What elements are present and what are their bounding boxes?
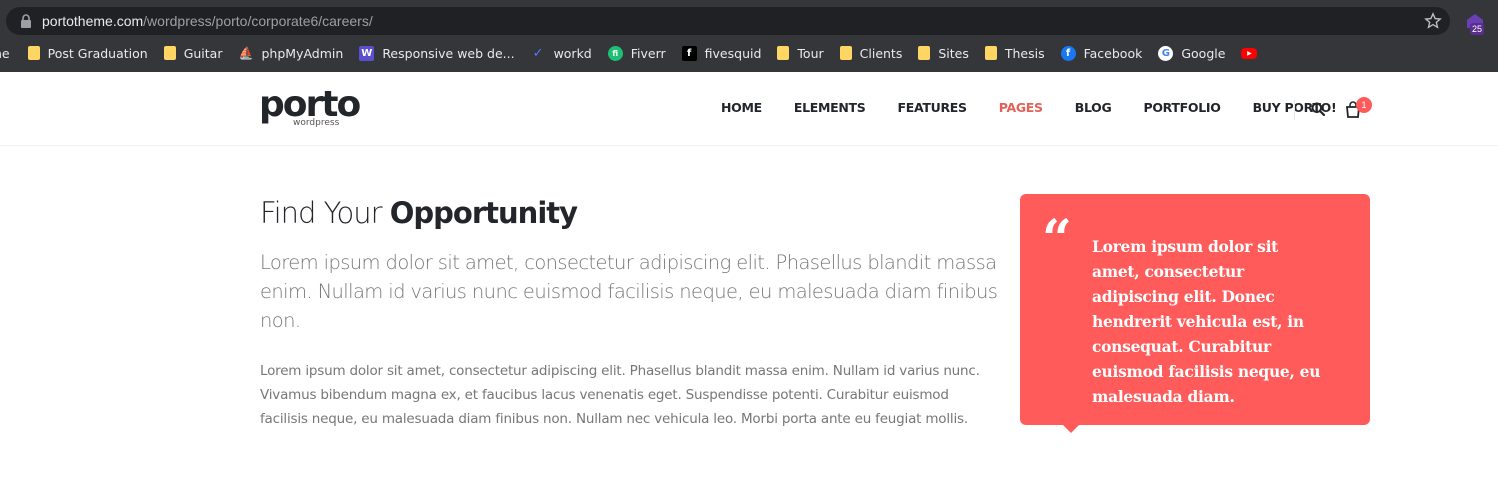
body-paragraph: Lorem ipsum dolor sit amet, consectetur …	[260, 363, 980, 427]
bookmark-label: fivesquid	[704, 45, 762, 61]
quote-arrow	[1062, 424, 1080, 433]
nav-features[interactable]: FEATURES	[882, 100, 983, 115]
folder-icon	[163, 46, 176, 60]
bookmark-label: Fiverr	[630, 45, 666, 61]
bookmark-workd[interactable]: ✓ workd	[531, 41, 592, 65]
bookmark-responsive-web[interactable]: W Responsive web de...	[359, 41, 515, 65]
youtube-icon: ▶	[1241, 47, 1258, 59]
site-header: porto wordpress HOME ELEMENTS FEATURES P…	[0, 72, 1498, 146]
logo-subtitle: wordpress	[293, 118, 340, 128]
nav-home[interactable]: HOME	[705, 100, 778, 115]
nav-elements[interactable]: ELEMENTS	[778, 100, 882, 115]
folder-icon	[984, 46, 997, 60]
bookmark-item[interactable]: ne	[0, 41, 10, 65]
phpmyadmin-icon: ⛵	[238, 46, 254, 60]
bookmark-phpmyadmin[interactable]: ⛵ phpMyAdmin	[239, 41, 344, 65]
bookmark-fivesquid[interactable]: f fivesquid	[681, 41, 762, 65]
quote-text: Lorem ipsum dolor sit amet, consectetur …	[1092, 237, 1321, 406]
url-path: /wordpress/porto/corporate6/careers/	[143, 13, 373, 29]
bookmarks-bar: ne Post Graduation Guitar ⛵ phpMyAdmin WR…	[0, 41, 1498, 65]
title-light: Find Your	[260, 196, 390, 230]
lock-icon[interactable]	[20, 14, 32, 28]
nav-divider	[1294, 100, 1295, 120]
nav-portfolio[interactable]: PORTFOLIO	[1127, 100, 1236, 115]
nav-blog[interactable]: BLOG	[1059, 100, 1128, 115]
main-nav: HOME ELEMENTS FEATURES PAGES BLOG PORTFO…	[705, 100, 1352, 115]
quote-box: “ Lorem ipsum dolor sit amet, consectetu…	[1020, 194, 1370, 425]
bookmark-label: Facebook	[1083, 45, 1143, 61]
bookmark-label: Thesis	[1004, 45, 1045, 61]
fivesquid-icon: f	[681, 45, 697, 61]
page-title: Find Your Opportunity	[260, 196, 1000, 230]
google-icon: G	[1158, 45, 1174, 61]
title-bold: Opportunity	[389, 196, 578, 230]
bookmark-star-icon[interactable]	[1424, 12, 1442, 30]
bookmark-label: Google	[1181, 45, 1226, 61]
bookmark-label: Responsive web de...	[382, 45, 515, 61]
search-icon[interactable]	[1311, 102, 1325, 116]
bookmark-guitar[interactable]: Guitar	[163, 41, 223, 65]
url-domain: portotheme.com	[42, 13, 144, 29]
w-icon: W	[359, 45, 375, 61]
workd-icon: ✓	[532, 45, 544, 61]
folder-icon	[27, 46, 40, 60]
bookmark-youtube[interactable]: ▶	[1241, 41, 1265, 65]
lead-paragraph: Lorem ipsum dolor sit amet, consectetur …	[260, 251, 998, 332]
bookmark-thesis[interactable]: Thesis	[984, 41, 1045, 65]
bookmark-tour[interactable]: Tour	[777, 41, 824, 65]
address-bar[interactable]: portotheme.com/wordpress/porto/corporate…	[6, 7, 1450, 35]
quote-mark-icon: “	[1042, 209, 1072, 270]
folder-icon	[918, 46, 931, 60]
main-content: Find Your Opportunity Lorem ipsum dolor …	[260, 196, 1000, 431]
bookmark-label: ne	[0, 45, 10, 61]
url-text[interactable]: portotheme.com/wordpress/porto/corporate…	[42, 13, 373, 29]
extension-badge: 25	[1470, 23, 1485, 35]
bookmark-post-graduation[interactable]: Post Graduation	[27, 41, 148, 65]
folder-icon	[839, 46, 852, 60]
bookmark-label: phpMyAdmin	[261, 45, 344, 61]
bookmark-label: Tour	[797, 45, 824, 61]
bookmark-label: workd	[553, 45, 592, 61]
bookmark-clients[interactable]: Clients	[839, 41, 903, 65]
bookmark-fiverr[interactable]: fi Fiverr	[607, 41, 666, 65]
bookmark-sites[interactable]: Sites	[918, 41, 969, 65]
bookmark-label: Clients	[859, 45, 903, 61]
nav-pages[interactable]: PAGES	[983, 100, 1059, 115]
bookmark-label: Post Graduation	[47, 45, 148, 61]
fiverr-icon: fi	[607, 45, 623, 61]
site-logo[interactable]: porto wordpress	[259, 84, 361, 132]
browser-chrome: portotheme.com/wordpress/porto/corporate…	[0, 0, 1498, 72]
cart-count-badge: 1	[1356, 97, 1372, 113]
folder-icon	[777, 46, 790, 60]
facebook-icon: f	[1060, 45, 1076, 61]
bookmark-facebook[interactable]: f Facebook	[1060, 41, 1143, 65]
bookmark-google[interactable]: G Google	[1158, 41, 1225, 65]
bookmark-label: Sites	[938, 45, 969, 61]
bookmark-label: Guitar	[183, 45, 223, 61]
